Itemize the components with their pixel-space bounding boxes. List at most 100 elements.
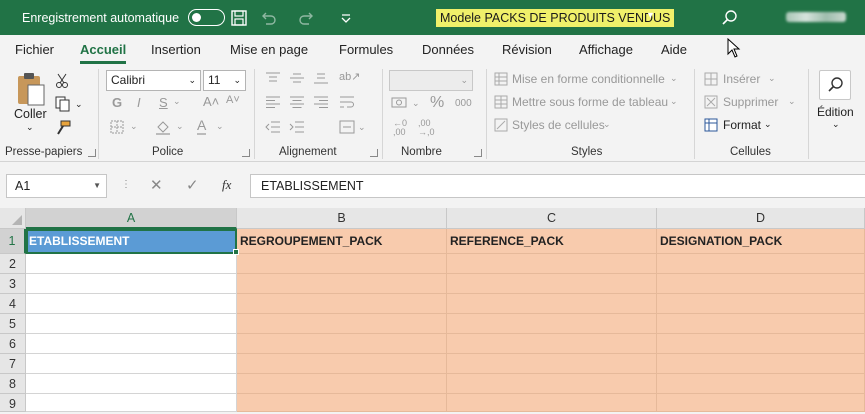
cell-d6[interactable] (657, 334, 865, 354)
find-button[interactable] (819, 70, 851, 100)
column-header-c[interactable]: C (447, 208, 657, 229)
cell-b3[interactable] (237, 274, 447, 294)
search-icon[interactable] (721, 9, 739, 27)
underline-dropdown-icon[interactable]: ⌄ (173, 96, 181, 107)
row-header-8[interactable]: 8 (0, 374, 26, 394)
decrease-indent-icon[interactable] (265, 121, 281, 133)
delete-dropdown-icon[interactable]: ⌄ (788, 96, 796, 107)
align-middle-icon[interactable] (289, 72, 305, 84)
insert-function-icon[interactable]: fx (222, 177, 231, 193)
tab-fichier[interactable]: Fichier (15, 42, 54, 57)
cell-b5[interactable] (237, 314, 447, 334)
cell-b4[interactable] (237, 294, 447, 314)
number-launcher-icon[interactable] (474, 149, 482, 157)
cell-d5[interactable] (657, 314, 865, 334)
cell-a3[interactable] (26, 274, 237, 294)
row-header-9[interactable]: 9 (0, 394, 26, 412)
tab-affichage[interactable]: Affichage (579, 42, 633, 57)
cell-styles-button[interactable]: Styles de cellules (512, 118, 605, 132)
cell-c4[interactable] (447, 294, 657, 314)
insert-dropdown-icon[interactable]: ⌄ (768, 73, 776, 84)
tab-revision[interactable]: Révision (502, 42, 552, 57)
number-format-select[interactable]: ⌄ (389, 70, 473, 91)
merge-dropdown-icon[interactable]: ⌄ (358, 122, 366, 133)
cell-d1[interactable]: DESIGNATION_PACK (657, 229, 865, 254)
cell-b9[interactable] (237, 394, 447, 412)
alignment-launcher-icon[interactable] (370, 149, 378, 157)
tab-insertion[interactable]: Insertion (151, 42, 201, 57)
clipboard-launcher-icon[interactable] (88, 149, 96, 157)
column-header-a[interactable]: A (26, 208, 237, 229)
increase-indent-icon[interactable] (289, 121, 305, 133)
align-top-icon[interactable] (265, 72, 281, 84)
copy-icon[interactable] (55, 96, 71, 112)
tab-accueil[interactable]: Accueil (80, 42, 127, 64)
row-header-4[interactable]: 4 (0, 294, 26, 314)
editing-dropdown-icon[interactable]: ⌄ (832, 119, 840, 130)
accounting-format-icon[interactable] (391, 96, 409, 110)
column-header-b[interactable]: B (237, 208, 447, 229)
font-color-dropdown-icon[interactable]: ⌄ (216, 121, 224, 132)
tab-aide[interactable]: Aide (661, 42, 687, 57)
paste-dropdown-icon[interactable]: ⌄ (26, 122, 34, 133)
row-header-5[interactable]: 5 (0, 314, 26, 334)
format-as-table-icon[interactable] (494, 95, 508, 109)
merge-center-icon[interactable] (339, 120, 355, 134)
cell-a2[interactable] (26, 254, 237, 274)
cell-a4[interactable] (26, 294, 237, 314)
formula-input[interactable]: ETABLISSEMENT (250, 174, 865, 198)
accounting-dropdown-icon[interactable]: ⌄ (412, 98, 420, 109)
cell-c2[interactable] (447, 254, 657, 274)
worksheet-grid[interactable]: A B C D 1 2 3 4 5 6 7 8 9 ETABLISSEMENT … (0, 208, 865, 412)
row-header-7[interactable]: 7 (0, 354, 26, 374)
tab-formules[interactable]: Formules (339, 42, 393, 57)
cell-c6[interactable] (447, 334, 657, 354)
decrease-font-icon[interactable]: A˅ (226, 94, 240, 106)
row-header-2[interactable]: 2 (0, 254, 26, 274)
editing-label[interactable]: Édition (817, 105, 854, 119)
align-right-icon[interactable] (313, 96, 329, 108)
save-icon[interactable] (230, 9, 248, 27)
cell-d4[interactable] (657, 294, 865, 314)
cell-b7[interactable] (237, 354, 447, 374)
tab-mise-en-page[interactable]: Mise en page (230, 42, 308, 57)
cell-styles-icon[interactable] (494, 118, 508, 132)
tab-donnees[interactable]: Données (422, 42, 474, 57)
insert-cells-icon[interactable] (704, 72, 718, 86)
cell-d7[interactable] (657, 354, 865, 374)
align-center-icon[interactable] (289, 96, 305, 108)
format-as-table-button[interactable]: Mettre sous forme de tableau (512, 95, 668, 109)
cell-c1[interactable]: REFERENCE_PACK (447, 229, 657, 254)
cell-d8[interactable] (657, 374, 865, 394)
cell-a9[interactable] (26, 394, 237, 412)
cell-c8[interactable] (447, 374, 657, 394)
font-launcher-icon[interactable] (242, 149, 250, 157)
row-header-1[interactable]: 1 (0, 229, 26, 254)
underline-button[interactable]: S (159, 95, 168, 110)
enter-icon[interactable]: ✓ (186, 176, 199, 194)
title-dropdown-icon[interactable]: ▼ (646, 10, 655, 20)
format-button[interactable]: Format (723, 118, 761, 132)
undo-icon[interactable] (259, 9, 277, 27)
thousands-separator-button[interactable]: 000 (455, 98, 472, 109)
redo-icon[interactable] (298, 9, 316, 27)
align-bottom-icon[interactable] (313, 72, 329, 84)
cell-c9[interactable] (447, 394, 657, 412)
insert-button[interactable]: Insérer (723, 72, 760, 86)
bold-button[interactable]: G (112, 95, 122, 110)
increase-font-icon[interactable]: A˄ (203, 94, 219, 109)
name-box[interactable]: A1 ▼ (6, 174, 107, 198)
borders-dropdown-icon[interactable]: ⌄ (130, 121, 138, 132)
format-painter-icon[interactable] (55, 120, 71, 136)
copy-dropdown-icon[interactable]: ⌄ (75, 99, 83, 110)
wrap-text-icon[interactable] (339, 95, 355, 109)
format-as-table-dropdown-icon[interactable]: ⌄ (670, 96, 678, 107)
delete-cells-icon[interactable] (704, 95, 718, 109)
cell-b1[interactable]: REGROUPEMENT_PACK (237, 229, 447, 254)
fill-color-icon[interactable] (155, 119, 171, 135)
align-left-icon[interactable] (265, 96, 281, 108)
cell-d9[interactable] (657, 394, 865, 412)
cut-icon[interactable] (55, 73, 69, 89)
borders-icon[interactable] (110, 120, 124, 134)
paste-button-label[interactable]: Coller (14, 107, 47, 121)
